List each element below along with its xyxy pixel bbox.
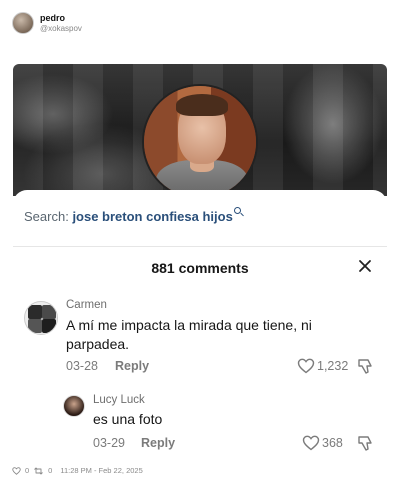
reply-button[interactable]: Reply (115, 359, 149, 373)
post-author-handle[interactable]: @xokaspov (40, 24, 82, 34)
comment-text: es una foto (93, 411, 163, 427)
like-count: 0 (25, 466, 30, 475)
comments-count: 881 comments (151, 260, 249, 276)
comment-avatar[interactable] (63, 395, 85, 417)
post-footer: 0 0 11:28 PM - Feb 22, 2025 (12, 466, 143, 475)
post-author-names: pedro @xokaspov (40, 13, 82, 34)
dislike-icon[interactable] (357, 434, 375, 452)
post-author-avatar[interactable] (12, 12, 34, 34)
comment-text-line-2: parpadea. (66, 336, 130, 352)
divider (13, 246, 387, 247)
comment-date: 03-29 (93, 436, 125, 450)
post-header: pedro @xokaspov (12, 10, 82, 36)
repost-icon[interactable] (33, 467, 44, 475)
like-count: 368 (322, 436, 343, 450)
reply-button[interactable]: Reply (141, 436, 175, 450)
embedded-screenshot: Search: jose breton confiesa hijos 881 c… (13, 64, 387, 456)
comment-author[interactable]: Lucy Luck (93, 394, 145, 406)
face-thumbnail (142, 84, 258, 200)
search-label: Search: (24, 209, 69, 224)
dislike-icon[interactable] (357, 357, 375, 375)
heart-icon[interactable] (297, 358, 315, 374)
close-icon[interactable] (357, 258, 373, 274)
comment-author[interactable]: Carmen (66, 299, 107, 311)
repost-count: 0 (48, 466, 53, 475)
post-timestamp: 11:28 PM - Feb 22, 2025 (60, 466, 143, 475)
like-icon[interactable] (12, 466, 21, 475)
post-author-name[interactable]: pedro (40, 13, 82, 23)
heart-icon[interactable] (302, 435, 320, 451)
comment-avatar[interactable] (24, 301, 58, 335)
comment-text-line-1: A mí me impacta la mirada que tiene, ni (66, 317, 312, 333)
search-query[interactable]: jose breton confiesa hijos (72, 209, 232, 224)
search-icon (233, 207, 241, 214)
like-count: 1,232 (317, 359, 349, 373)
comment-date: 03-28 (66, 359, 98, 373)
search-suggestion[interactable]: Search: jose breton confiesa hijos (24, 207, 241, 224)
